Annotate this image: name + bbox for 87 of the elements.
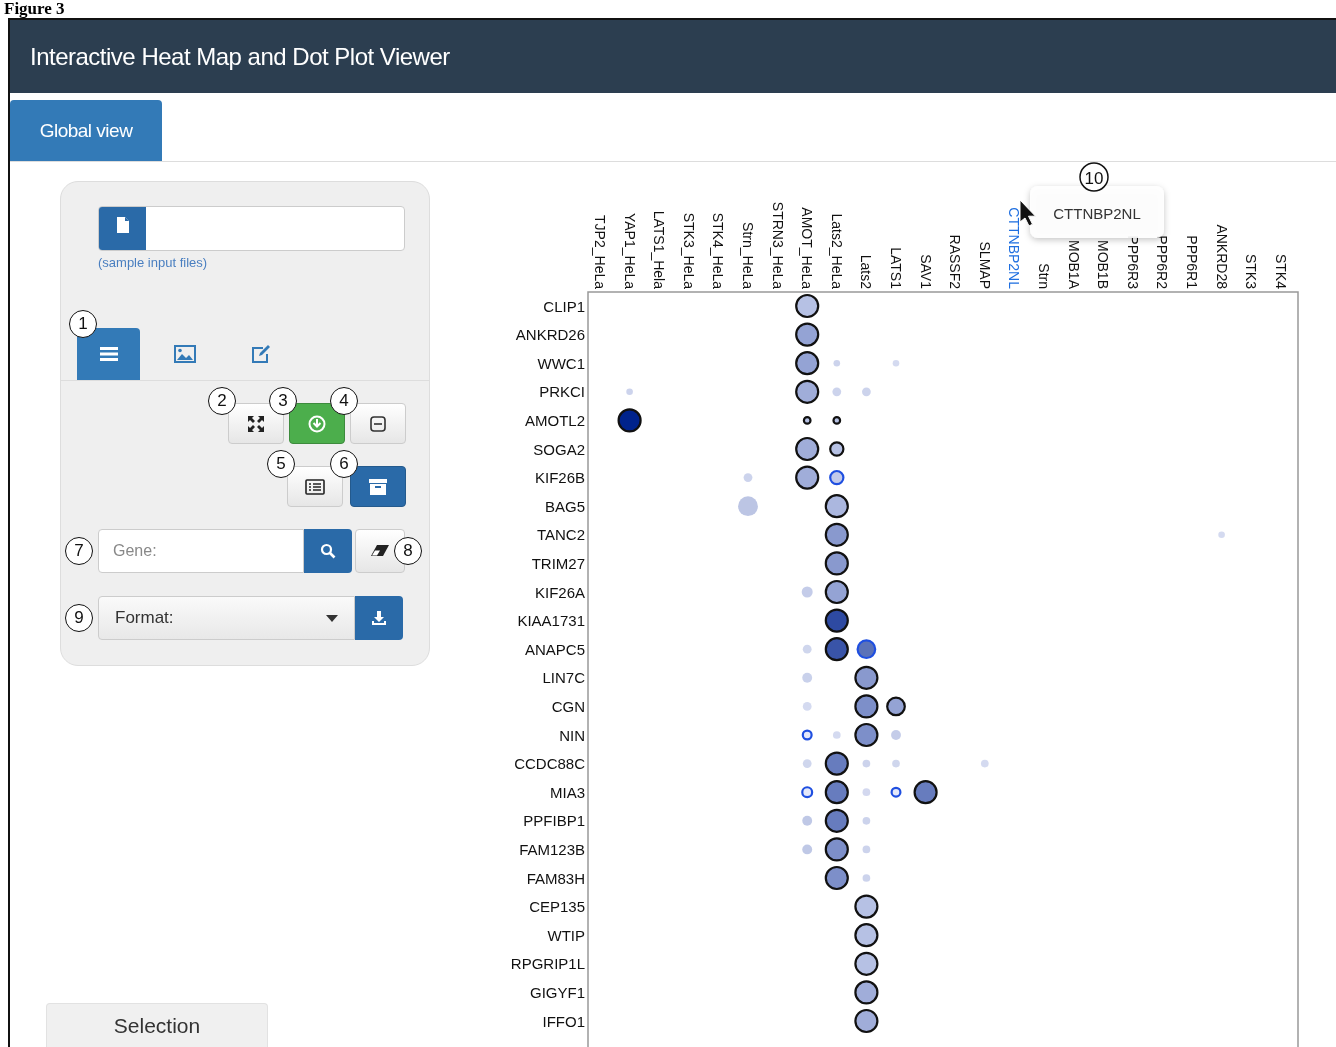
row-label[interactable]: RPGRIP1L bbox=[510, 955, 585, 973]
column-label[interactable]: SLMAP bbox=[976, 241, 993, 289]
column-label[interactable]: TJP2_HeLa bbox=[592, 215, 608, 289]
row-label[interactable]: AMOTL2 bbox=[525, 411, 585, 429]
row-label[interactable]: ANKRD26 bbox=[515, 326, 585, 344]
callout-number: 10 bbox=[1079, 162, 1109, 192]
column-label[interactable]: ANKRD28 bbox=[1213, 224, 1230, 289]
row-label[interactable]: NIN bbox=[559, 726, 585, 744]
column-label[interactable]: STK4_HeLa bbox=[710, 212, 727, 289]
row-label[interactable]: ANAPC5 bbox=[524, 640, 585, 658]
tab[interactable]: Selection bbox=[46, 1003, 268, 1047]
row-label[interactable]: PPFIBP1 bbox=[523, 812, 585, 830]
gene-search-field[interactable]: Gene: bbox=[98, 529, 304, 573]
column-label[interactable]: Strn bbox=[1036, 263, 1052, 289]
tooltip-text: CTTNBP2NL bbox=[1053, 204, 1141, 222]
column-label[interactable]: STRN3_HeLa bbox=[769, 201, 786, 289]
row-label[interactable]: FAM83H bbox=[526, 869, 585, 887]
row-label[interactable]: CGN bbox=[551, 697, 585, 715]
column-label[interactable]: Lats2_HeLa bbox=[828, 213, 845, 289]
search-icon bbox=[320, 543, 336, 559]
callout-number: 9 bbox=[65, 604, 93, 632]
row-label[interactable]: KIF26B bbox=[534, 469, 585, 487]
row-label[interactable]: MIA3 bbox=[550, 783, 585, 801]
column-label[interactable]: RASSF2 bbox=[947, 234, 964, 289]
row-label[interactable]: FAM123B bbox=[519, 840, 585, 858]
callout-number: 3 bbox=[269, 387, 297, 415]
row-label[interactable]: CLIP1 bbox=[543, 297, 585, 315]
column-label[interactable]: STK3 bbox=[1243, 254, 1260, 289]
callout-number: 4 bbox=[330, 387, 358, 415]
edit-icon bbox=[250, 345, 271, 363]
column-label[interactable]: MOB1A bbox=[1065, 240, 1082, 289]
column-label[interactable]: AMOT_HeLa bbox=[799, 207, 816, 289]
minus-square-icon bbox=[369, 414, 387, 433]
download-icon bbox=[308, 414, 326, 433]
download-button[interactable] bbox=[355, 596, 403, 640]
sample-files-link[interactable]: (sample input files) bbox=[98, 255, 208, 270]
download-icon bbox=[371, 610, 387, 626]
callout-number: 6 bbox=[330, 450, 358, 478]
archive-icon bbox=[368, 477, 388, 496]
column-label[interactable]: PPP6R2 bbox=[1154, 235, 1171, 289]
window-title: Interactive Heat Map and Dot Plot Viewer bbox=[30, 42, 450, 71]
view-tab[interactable] bbox=[77, 328, 140, 380]
column-label[interactable]: YAP1_HeLa bbox=[621, 213, 638, 289]
column-label[interactable]: MOB1B bbox=[1095, 240, 1112, 289]
search-button[interactable] bbox=[304, 529, 352, 573]
column-label[interactable]: LATS1 bbox=[888, 247, 904, 289]
column-label[interactable]: Lats2 bbox=[858, 254, 875, 289]
row-label[interactable]: SOGA2 bbox=[533, 440, 585, 458]
callout-number: 5 bbox=[267, 450, 295, 478]
caret-icon bbox=[326, 614, 338, 622]
figure-label: Figure 3 bbox=[3, 0, 66, 18]
tab[interactable]: Global view bbox=[10, 100, 162, 161]
column-label[interactable]: PPP6R1 bbox=[1184, 235, 1200, 289]
row-label[interactable]: IFFO1 bbox=[542, 1012, 585, 1030]
image-icon bbox=[173, 345, 196, 363]
expand-icon bbox=[247, 414, 265, 433]
eraser-icon bbox=[370, 544, 390, 558]
row-label[interactable]: GIGYF1 bbox=[530, 983, 585, 1001]
callout-number: 1 bbox=[69, 310, 97, 338]
file-icon bbox=[99, 207, 146, 250]
menu-icon bbox=[99, 346, 118, 362]
column-label[interactable]: SAV1 bbox=[917, 254, 934, 289]
row-label[interactable]: LIN7C bbox=[542, 669, 585, 687]
row-label[interactable]: CCDC88C bbox=[514, 755, 585, 773]
column-label[interactable]: CTTNBP2NL bbox=[1006, 207, 1023, 289]
row-label[interactable]: CEP135 bbox=[529, 898, 585, 916]
format-dropdown[interactable]: Format: bbox=[98, 596, 355, 640]
column-label[interactable]: STK3_HeLa bbox=[680, 212, 697, 289]
column-label[interactable]: STK4 bbox=[1272, 254, 1289, 289]
clear-button[interactable] bbox=[355, 529, 405, 573]
column-label[interactable]: Strn_HeLa bbox=[740, 222, 756, 289]
row-label[interactable]: TRIM27 bbox=[531, 554, 585, 572]
file-input[interactable] bbox=[98, 206, 405, 251]
callout-number: 2 bbox=[208, 387, 236, 415]
row-label[interactable]: KIF26A bbox=[534, 583, 585, 601]
archive-button[interactable] bbox=[350, 466, 406, 507]
row-label[interactable]: TANC2 bbox=[536, 526, 585, 544]
row-label[interactable]: WTIP bbox=[547, 926, 585, 944]
column-label[interactable]: PPP6R3 bbox=[1124, 235, 1141, 289]
column-label[interactable]: LATS1_Hela bbox=[651, 210, 668, 289]
row-label[interactable]: WWC1 bbox=[537, 354, 585, 372]
list-icon bbox=[305, 478, 325, 495]
row-label[interactable]: BAG5 bbox=[544, 497, 585, 515]
minus-square-button[interactable] bbox=[350, 403, 406, 444]
row-label[interactable]: KIAA1731 bbox=[517, 612, 585, 630]
callout-number: 7 bbox=[65, 537, 93, 565]
row-label[interactable]: PRKCI bbox=[539, 383, 585, 401]
